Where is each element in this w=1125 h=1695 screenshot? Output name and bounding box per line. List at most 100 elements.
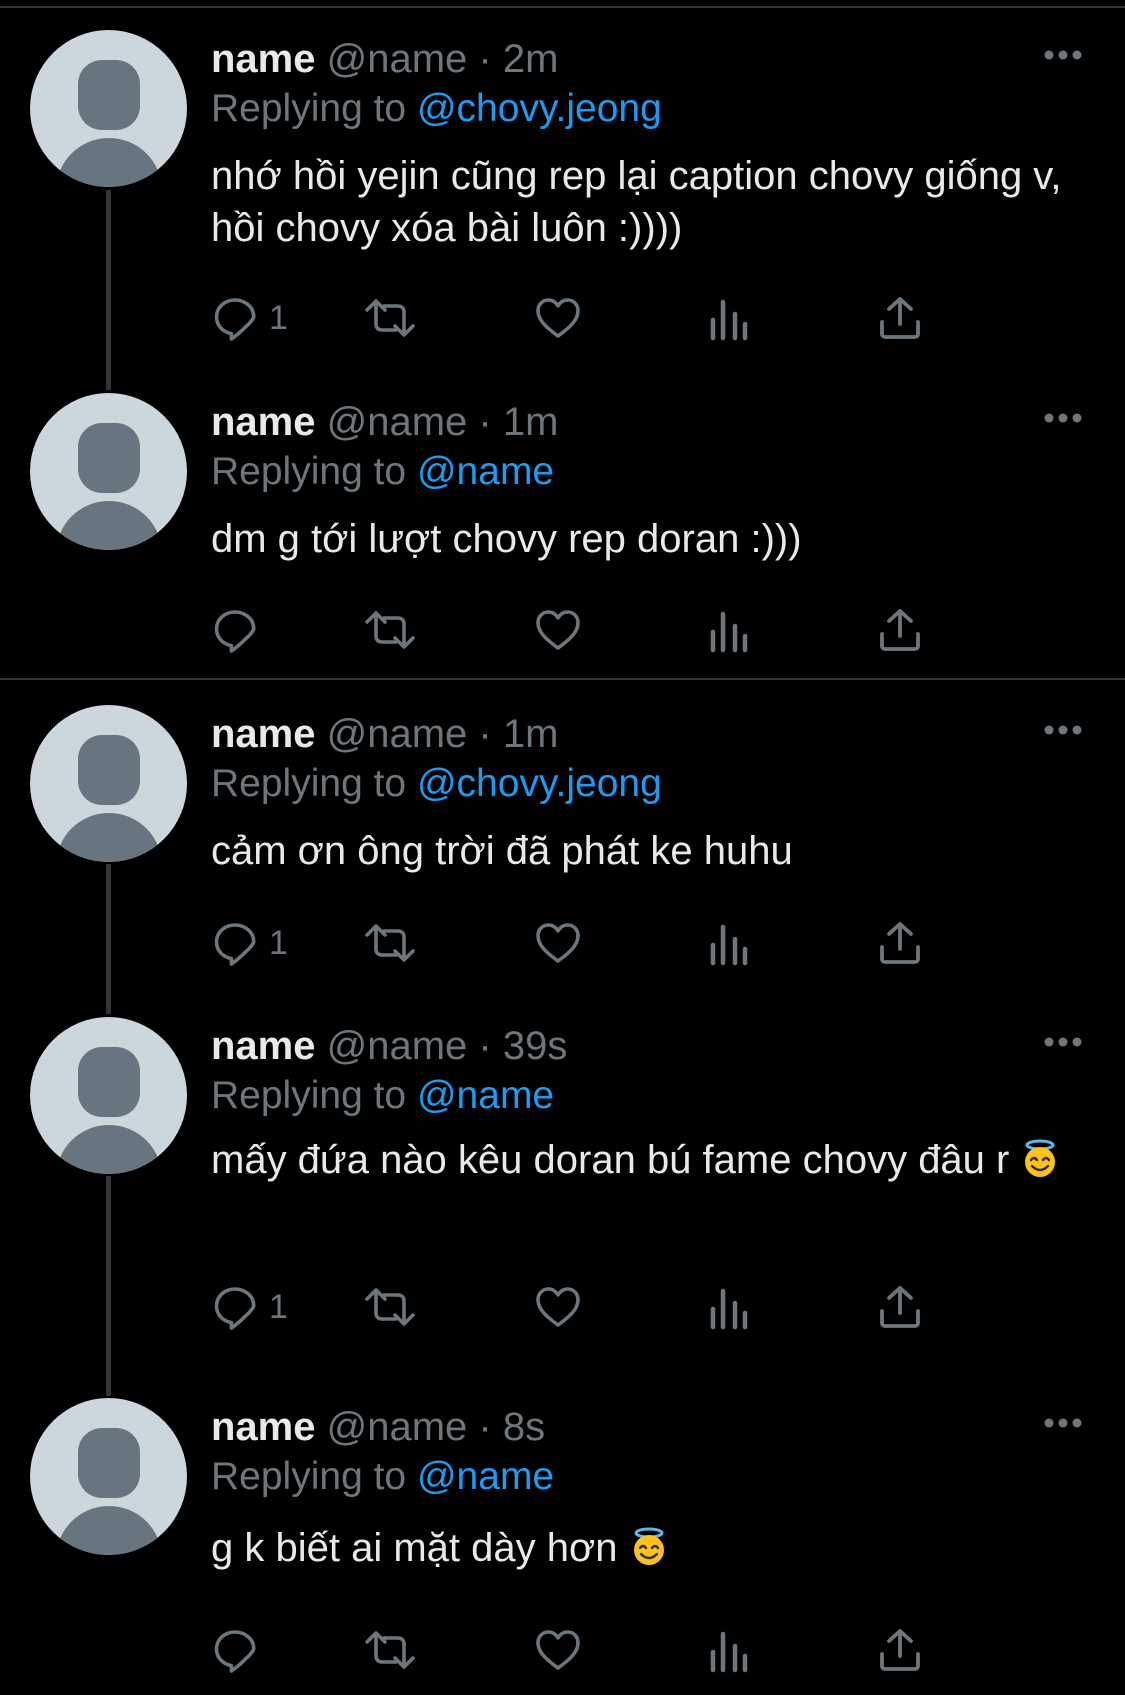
reply-mention-link[interactable]: @name (417, 1074, 554, 1117)
avatar[interactable] (30, 1017, 187, 1174)
share-button[interactable] (876, 1277, 924, 1337)
timestamp[interactable]: 8s (503, 1405, 545, 1449)
more-options-button[interactable] (1043, 403, 1083, 433)
views-button[interactable] (705, 1620, 753, 1680)
share-button[interactable] (876, 288, 924, 348)
replying-label: Replying to (211, 450, 407, 493)
like-icon (536, 298, 580, 338)
reply-count: 1 (269, 923, 288, 962)
more-options-button[interactable] (1043, 40, 1083, 70)
retweet-button[interactable] (363, 288, 417, 348)
share-icon (880, 1286, 920, 1328)
tweet-header: name @name · 39s (211, 1021, 567, 1071)
retweet-button[interactable] (363, 600, 417, 660)
more-icon (1044, 413, 1082, 423)
display-name[interactable]: name (211, 37, 316, 81)
top-divider (0, 6, 1125, 8)
replying-label: Replying to (211, 1074, 407, 1117)
avatar[interactable] (30, 1398, 187, 1555)
share-button[interactable] (876, 913, 924, 973)
retweet-button[interactable] (363, 913, 417, 973)
avatar[interactable] (30, 393, 187, 550)
reply-mention-link[interactable]: @name (417, 450, 554, 493)
views-button[interactable] (705, 600, 753, 660)
user-handle[interactable]: @name (327, 400, 468, 444)
reply-mention-link[interactable]: @chovy.jeong (417, 87, 662, 130)
tweet[interactable]: name @name · 8s Replying to @name g k bi… (0, 1398, 1125, 1688)
reply-mention-link[interactable]: @chovy.jeong (417, 762, 662, 805)
tweet-text: mấy đứa nào kêu doran bú fame chovy đâu … (211, 1138, 1010, 1182)
like-button[interactable] (534, 288, 582, 348)
display-name[interactable]: name (211, 400, 316, 444)
avatar[interactable] (30, 30, 187, 187)
user-handle[interactable]: @name (327, 1405, 468, 1449)
user-handle[interactable]: @name (327, 712, 468, 756)
more-options-button[interactable] (1043, 715, 1083, 745)
like-icon (536, 610, 580, 650)
timestamp[interactable]: 1m (503, 712, 559, 756)
more-icon (1044, 1037, 1082, 1047)
replying-label: Replying to (211, 1455, 407, 1498)
timestamp[interactable]: 39s (503, 1024, 568, 1068)
display-name[interactable]: name (211, 1024, 316, 1068)
reply-mention-link[interactable]: @name (417, 1455, 554, 1498)
like-button[interactable] (534, 1620, 582, 1680)
timestamp[interactable]: 2m (503, 37, 559, 81)
like-button[interactable] (534, 600, 582, 660)
user-handle[interactable]: @name (327, 1024, 468, 1068)
reply-icon (214, 1287, 256, 1330)
reply-icon (214, 610, 256, 653)
retweet-icon (365, 299, 415, 337)
views-button[interactable] (705, 913, 753, 973)
retweet-button[interactable] (363, 1620, 417, 1680)
avatar[interactable] (30, 705, 187, 862)
share-icon (880, 609, 920, 651)
replying-label: Replying to (211, 87, 407, 130)
tweet[interactable]: name @name · 1m Replying to @chovy.jeong… (0, 705, 1125, 985)
retweet-icon (365, 611, 415, 649)
halo-emoji (633, 1527, 664, 1565)
display-name[interactable]: name (211, 1405, 316, 1449)
replying-to: Replying to @name (211, 1071, 554, 1121)
replying-to: Replying to @name (211, 447, 554, 497)
tweet[interactable]: name @name · 1m Replying to @name dm g t… (0, 393, 1125, 673)
user-handle[interactable]: @name (327, 37, 468, 81)
retweet-icon (365, 924, 415, 962)
more-icon (1044, 1418, 1082, 1428)
share-icon (880, 297, 920, 339)
reply-button[interactable]: 1 (211, 913, 288, 973)
share-button[interactable] (876, 1620, 924, 1680)
views-icon (710, 299, 748, 341)
views-button[interactable] (705, 288, 753, 348)
like-button[interactable] (534, 913, 582, 973)
tweet[interactable]: name @name · 39s Replying to @name mấy đ… (0, 1017, 1125, 1347)
reply-button[interactable] (211, 600, 269, 660)
more-options-button[interactable] (1043, 1408, 1083, 1438)
tweet-text: dm g tới lượt chovy rep doran :))) (211, 517, 802, 561)
like-icon (536, 1630, 580, 1670)
reply-button[interactable]: 1 (211, 1277, 288, 1337)
retweet-button[interactable] (363, 1277, 417, 1337)
share-button[interactable] (876, 600, 924, 660)
reply-icon (214, 1630, 256, 1673)
reply-button[interactable]: 1 (211, 288, 288, 348)
retweet-icon (365, 1288, 415, 1326)
reply-button[interactable] (211, 1620, 269, 1680)
views-button[interactable] (705, 1277, 753, 1337)
replying-to: Replying to @chovy.jeong (211, 759, 662, 809)
tweet[interactable]: name @name · 2m Replying to @chovy.jeong… (0, 30, 1125, 350)
separator-dot: · (478, 400, 492, 444)
tweet-text-block: g k biết ai mặt dày hơn (211, 1522, 1091, 1574)
halo-emoji (1025, 1139, 1056, 1177)
display-name[interactable]: name (211, 712, 316, 756)
replying-to: Replying to @chovy.jeong (211, 84, 662, 134)
tweet-actions: 1 (211, 913, 1011, 973)
tweet-header: name @name · 2m (211, 34, 558, 84)
tweet-text: g k biết ai mặt dày hơn (211, 1526, 618, 1570)
separator-dot: · (478, 37, 492, 81)
more-options-button[interactable] (1043, 1027, 1083, 1057)
timestamp[interactable]: 1m (503, 400, 559, 444)
like-button[interactable] (534, 1277, 582, 1337)
tweet-text: nhớ hồi yejin cũng rep lại caption chovy… (211, 154, 1062, 250)
share-icon (880, 922, 920, 964)
